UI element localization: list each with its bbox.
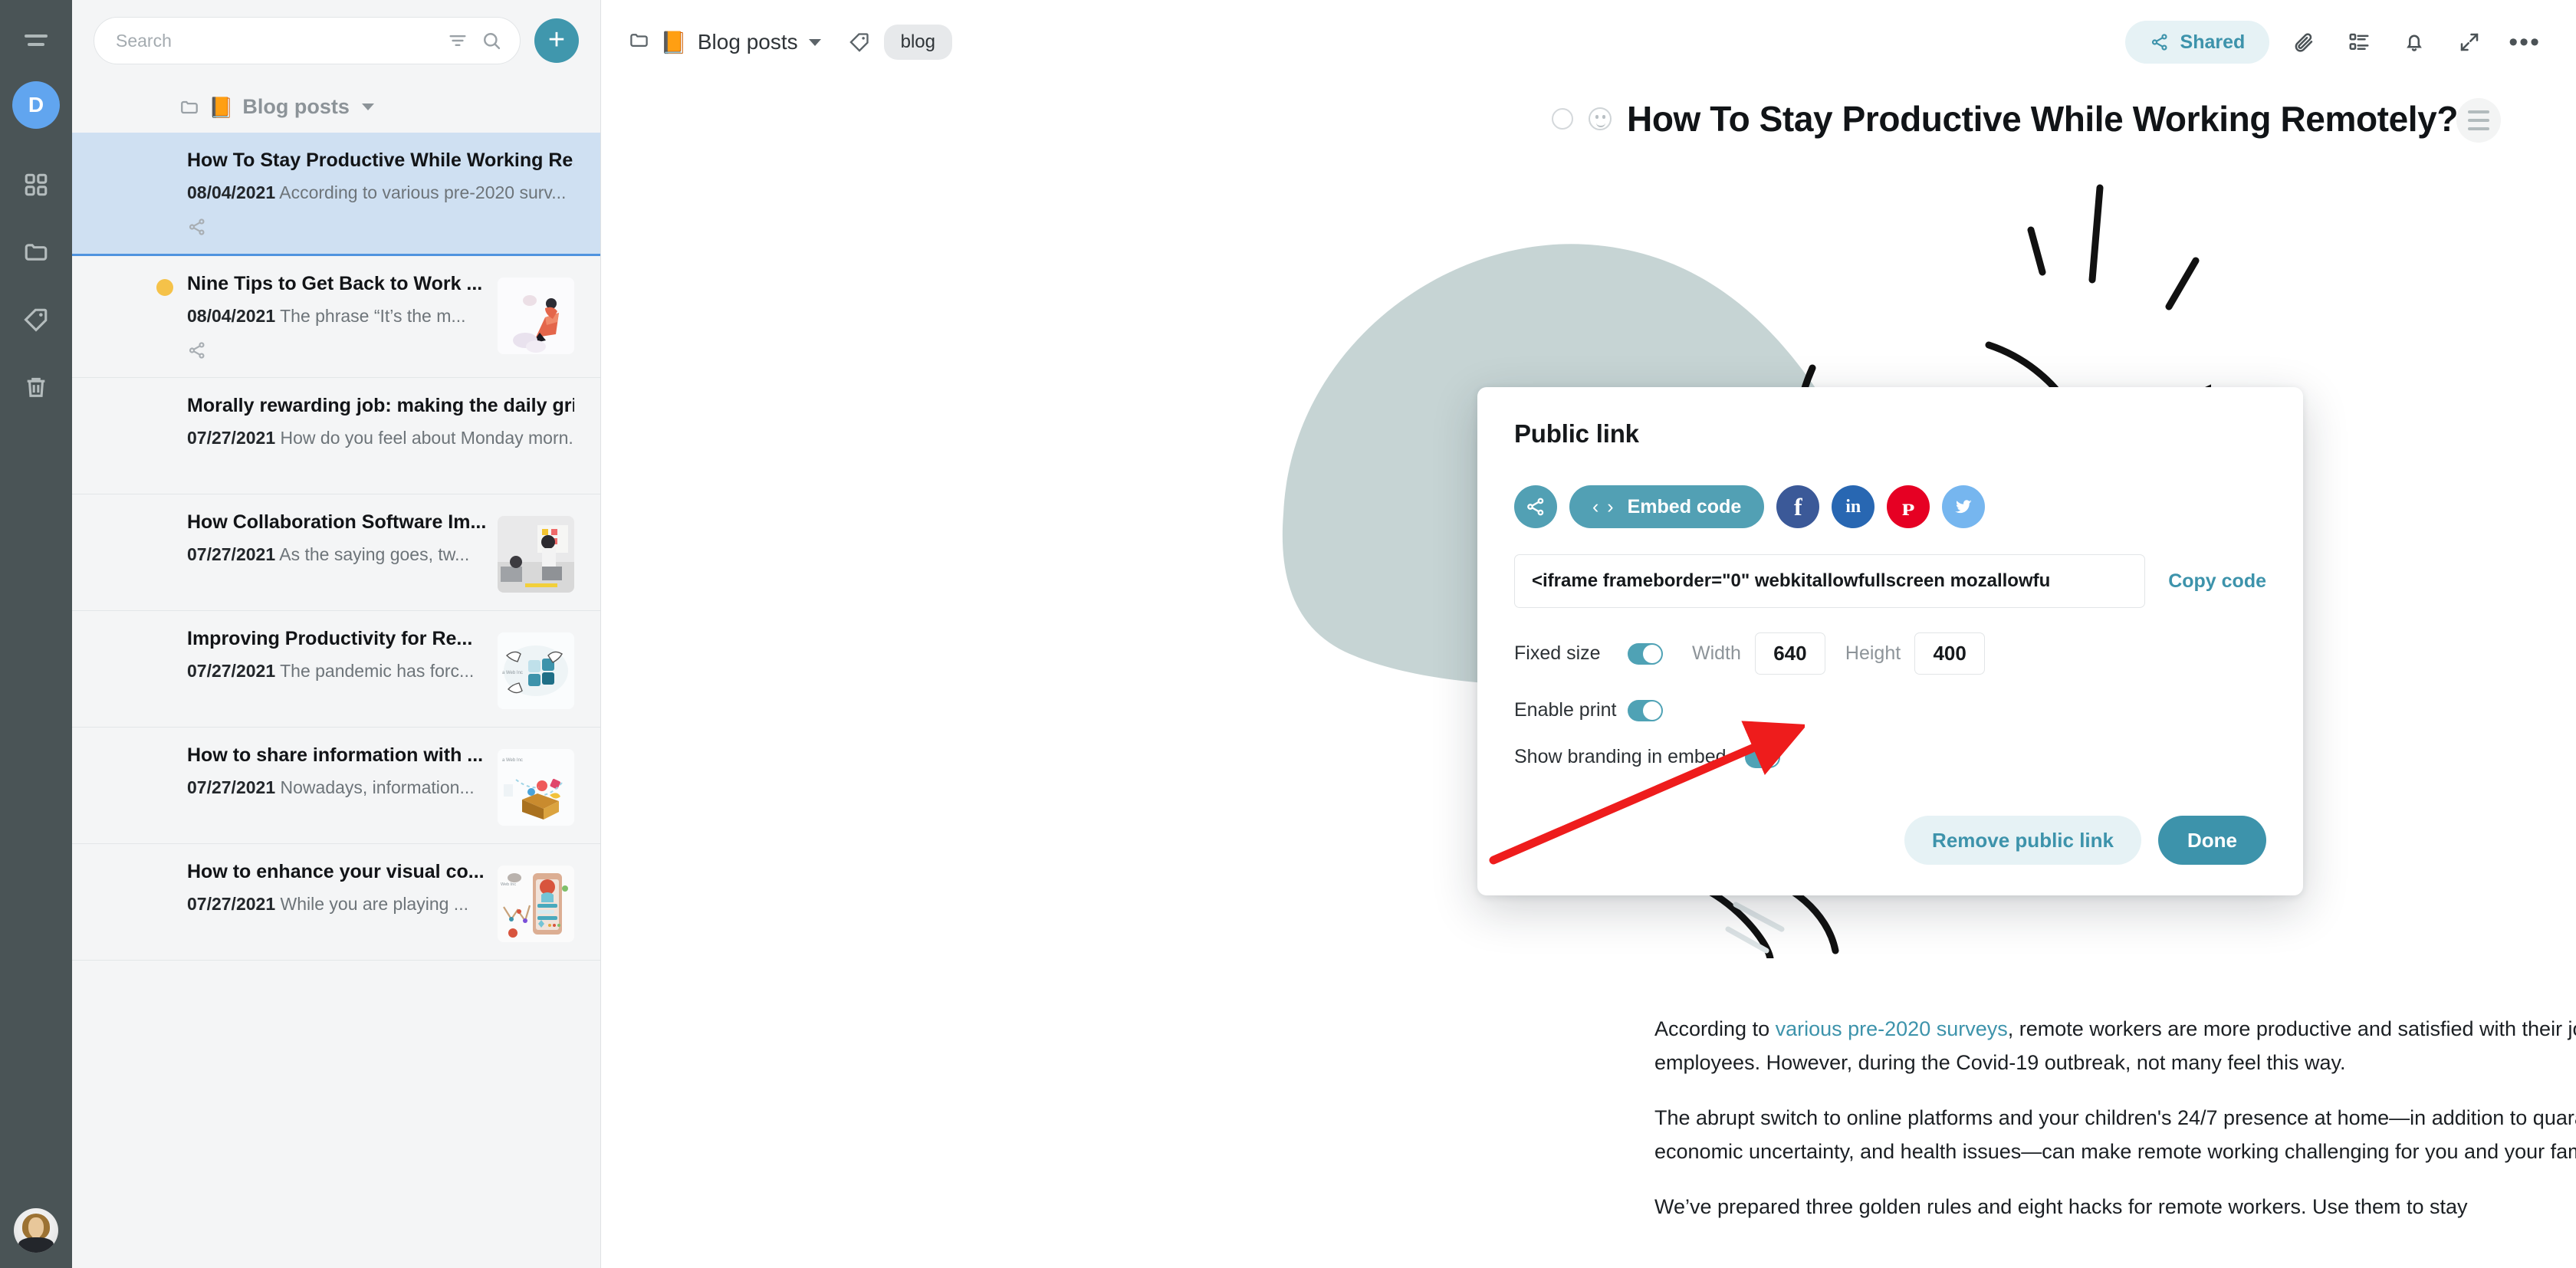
list-item-thumbnail: a Web Inc (498, 749, 574, 826)
search-row: + (72, 0, 600, 64)
facebook-icon: f (1793, 493, 1802, 521)
svg-text:a Web Inc: a Web Inc (502, 758, 523, 763)
copy-code-button[interactable]: Copy code (2168, 570, 2266, 593)
search-icon[interactable] (480, 29, 503, 52)
hamburger-icon[interactable] (19, 23, 53, 57)
list-item-date: 07/27/2021 (187, 428, 276, 448)
folder-name: Blog posts (242, 95, 350, 118)
filter-icon[interactable] (446, 29, 469, 52)
list-item-date: 08/04/2021 (187, 182, 276, 202)
list-item-date: 08/04/2021 (187, 306, 276, 326)
list-item-date: 07/27/2021 (187, 777, 276, 797)
show-branding-toggle[interactable] (1744, 746, 1780, 768)
folder-icon (179, 97, 199, 117)
svg-text:Web Inc: Web Inc (501, 882, 516, 887)
pinterest-share-button[interactable]: ᴘ (1887, 485, 1930, 528)
twitter-icon (1955, 500, 1973, 514)
user-photo-avatar-wrap (0, 1208, 72, 1253)
public-link-dialog: Public link ‹ › Embed code f in ᴘ <ifram… (1477, 387, 2303, 895)
height-field[interactable] (1914, 632, 1986, 675)
embed-code-input[interactable] (1532, 570, 2128, 592)
user-photo-avatar[interactable] (14, 1208, 58, 1253)
note-list: How To Stay Productive While Working Re.… (72, 133, 600, 1268)
chevron-down-icon[interactable] (361, 103, 374, 110)
list-item[interactable]: How to share information with ... 07/27/2… (72, 728, 600, 844)
share-icon[interactable] (187, 340, 207, 360)
list-item-thumbnail: Web Inc (498, 866, 574, 942)
embed-code-label: Embed code (1627, 495, 1742, 517)
grid-icon[interactable] (18, 167, 54, 202)
list-item[interactable]: Morally rewarding job: making the daily … (72, 378, 600, 494)
unread-dot (156, 279, 173, 296)
list-item-thumbnail (498, 278, 574, 354)
fixed-size-row: Fixed size Width Height (1514, 632, 2266, 675)
modal-overlay: Public link ‹ › Embed code f in ᴘ <ifram… (601, 0, 2576, 1268)
trash-icon[interactable] (18, 370, 54, 405)
list-item[interactable]: How To Stay Productive While Working Re.… (72, 133, 600, 256)
share-icon (1527, 498, 1544, 516)
list-item-thumbnail (498, 516, 574, 593)
list-item-title: How To Stay Productive While Working Re.… (187, 149, 574, 171)
share-targets-row: ‹ › Embed code f in ᴘ (1514, 485, 2266, 528)
linkedin-icon: in (1845, 497, 1861, 517)
note-list-panel: + 📙 Blog posts How To Stay Productive Wh… (72, 0, 601, 1268)
tag-icon[interactable] (18, 302, 54, 337)
list-item[interactable]: Nine Tips to Get Back to Work ... 08/04/2… (72, 256, 600, 378)
embed-code-field[interactable] (1514, 554, 2146, 608)
search-box[interactable] (94, 17, 521, 64)
facebook-share-button[interactable]: f (1776, 485, 1820, 528)
enable-print-row: Enable print (1514, 699, 2266, 721)
share-icon[interactable] (187, 217, 207, 237)
folder-icon[interactable] (18, 235, 54, 270)
list-item-date: 07/27/2021 (187, 544, 276, 564)
width-field[interactable] (1754, 632, 1825, 675)
document-area: 📙 Blog posts blog Shared ••• How To Stay… (601, 0, 2576, 1268)
folder-emoji: 📙 (209, 95, 234, 119)
enable-print-toggle[interactable] (1628, 699, 1663, 721)
list-folder-header[interactable]: 📙 Blog posts (72, 64, 600, 133)
list-item[interactable]: Improving Productivity for Re... 07/27/20… (72, 611, 600, 728)
fixed-size-label: Fixed size (1514, 642, 1601, 664)
list-item-title: Morally rewarding job: making the daily … (187, 395, 574, 416)
pinterest-icon: ᴘ (1901, 493, 1915, 521)
show-branding-row: Show branding in embed (1514, 746, 2266, 768)
list-item[interactable]: How to enhance your visual co... 07/27/20… (72, 844, 600, 961)
remove-public-link-button[interactable]: Remove public link (1904, 816, 2141, 865)
done-button[interactable]: Done (2158, 816, 2266, 865)
code-brackets-icon: ‹ › (1592, 495, 1615, 517)
list-item-snippet: 07/27/2021 How do you feel about Monday … (187, 428, 574, 448)
dialog-actions: Remove public link Done (1514, 816, 2266, 865)
list-item[interactable]: How Collaboration Software Im... 07/27/20… (72, 494, 600, 611)
height-label: Height (1845, 642, 1901, 664)
list-item-date: 07/27/2021 (187, 894, 276, 914)
dialog-title: Public link (1514, 419, 1639, 448)
add-note-button[interactable]: + (534, 18, 579, 63)
embed-code-button[interactable]: ‹ › Embed code (1569, 485, 1765, 528)
left-icon-rail: D (0, 0, 72, 1268)
linkedin-share-button[interactable]: in (1832, 485, 1875, 528)
width-input[interactable] (1755, 642, 1825, 665)
list-item-thumbnail: a Web Inc (498, 632, 574, 709)
enable-print-label: Enable print (1514, 699, 1617, 721)
list-item-date: 07/27/2021 (187, 661, 276, 681)
fixed-size-toggle[interactable] (1628, 642, 1663, 665)
width-label: Width (1692, 642, 1741, 664)
twitter-share-button[interactable] (1942, 485, 1986, 528)
list-item-snippet: 08/04/2021 According to various pre-2020… (187, 182, 567, 202)
search-input[interactable] (116, 30, 435, 51)
show-branding-label: Show branding in embed (1514, 746, 1727, 767)
svg-text:a Web Inc: a Web Inc (502, 671, 523, 675)
share-link-button[interactable] (1514, 485, 1557, 528)
height-input[interactable] (1915, 642, 1985, 665)
embed-code-row: Copy code (1514, 554, 2266, 608)
avatar[interactable]: D (12, 81, 60, 129)
rail-icon-group (18, 167, 54, 405)
